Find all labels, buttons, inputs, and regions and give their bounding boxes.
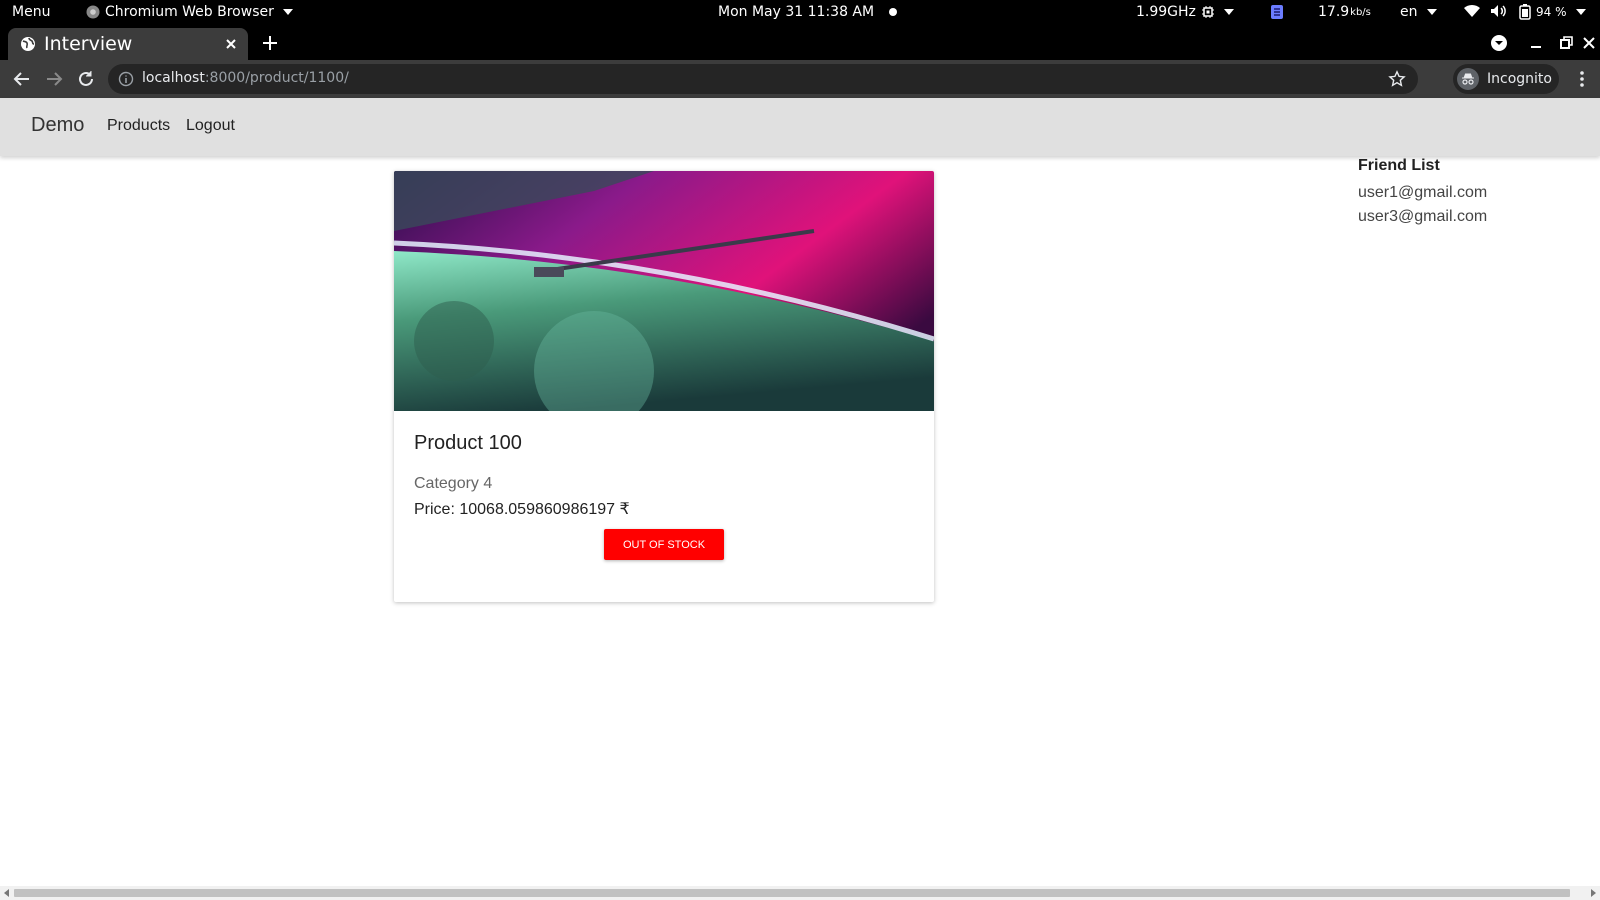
notes-icon: [1271, 5, 1283, 19]
datetime-text: Mon May 31 11:38 AM: [718, 4, 875, 20]
close-window-icon[interactable]: [1579, 33, 1599, 53]
new-tab-icon[interactable]: [260, 33, 280, 53]
volume-indicator[interactable]: [1490, 4, 1508, 18]
friend-item: user1@gmail.com: [1358, 184, 1488, 201]
clock[interactable]: Mon May 31 11:38 AM: [718, 4, 898, 20]
keyboard-layout-text: en: [1400, 4, 1418, 20]
active-app-name: Chromium Web Browser: [105, 4, 274, 20]
incognito-badge[interactable]: Incognito: [1453, 64, 1559, 94]
browser-tab-strip: Interview: [0, 26, 1600, 60]
out-of-stock-button[interactable]: OUT OF STOCK: [604, 529, 724, 560]
network-speed-indicator[interactable]: 17.9 kb/s: [1318, 4, 1371, 20]
url-path: :8000/product/1100/: [204, 70, 349, 86]
nav-link-logout[interactable]: Logout: [186, 117, 235, 135]
restore-window-icon[interactable]: [1556, 33, 1576, 53]
battery-caret-icon: [1575, 9, 1586, 15]
notification-dot-icon: [889, 8, 898, 16]
bookmark-star-icon[interactable]: [1388, 70, 1406, 88]
wifi-icon: [1464, 4, 1480, 17]
horizontal-scrollbar[interactable]: [0, 886, 1600, 900]
tab-title: Interview: [44, 33, 133, 55]
app-menu-caret-icon: [282, 9, 293, 15]
close-tab-icon[interactable]: [222, 35, 240, 53]
system-top-bar: Menu Chromium Web Browser Mon May 31 11:…: [0, 0, 1600, 26]
cpu-chip-icon: [1201, 6, 1214, 18]
brand-link[interactable]: Demo: [31, 114, 84, 137]
product-category: Category 4: [414, 475, 493, 492]
cpu-freq-indicator[interactable]: 1.99GHz: [1136, 4, 1234, 20]
chromium-logo-icon: [86, 5, 100, 19]
net-speed-value: 17.9: [1318, 4, 1350, 20]
minimize-window-icon[interactable]: [1526, 33, 1546, 53]
product-card: Product 100 Category 4 Price: 10068.0598…: [394, 171, 934, 602]
nav-link-products[interactable]: Products: [107, 117, 170, 135]
address-bar[interactable]: localhost:8000/product/1100/: [108, 64, 1418, 94]
browser-menu-icon[interactable]: [1572, 68, 1592, 90]
scroll-right-arrow-icon[interactable]: [1591, 889, 1596, 897]
system-menu-button[interactable]: Menu: [12, 4, 50, 20]
product-price: Price: 10068.059860986197 ₹: [414, 501, 630, 518]
tab-interview[interactable]: Interview: [8, 28, 248, 60]
incognito-icon: [1457, 68, 1479, 90]
cpu-caret-icon: [1223, 9, 1234, 15]
friend-list-heading: Friend List: [1358, 157, 1440, 174]
site-navbar: Demo Products Logout: [0, 98, 1600, 156]
friend-list: Friend List user1@gmail.com user3@gmail.…: [1358, 157, 1487, 229]
battery-percent-text: 94 %: [1536, 5, 1567, 19]
active-app-menu[interactable]: Chromium Web Browser: [86, 4, 293, 20]
product-image: [394, 171, 934, 411]
tab-search-icon[interactable]: [1489, 33, 1509, 53]
volume-icon: [1491, 5, 1506, 17]
battery-indicator[interactable]: 94 %: [1519, 4, 1586, 20]
cpu-freq-text: 1.99GHz: [1136, 4, 1196, 20]
incognito-label: Incognito: [1487, 71, 1552, 87]
site-info-icon[interactable]: [118, 71, 134, 87]
product-title: Product 100: [414, 432, 522, 454]
keyboard-layout-indicator[interactable]: en: [1400, 4, 1437, 20]
battery-icon: [1519, 4, 1531, 20]
browser-toolbar: localhost:8000/product/1100/ Incognito: [0, 60, 1600, 98]
scrollbar-thumb[interactable]: [14, 889, 1570, 897]
system-menu-label: Menu: [12, 4, 51, 20]
url-text[interactable]: localhost:8000/product/1100/: [142, 70, 349, 86]
wifi-indicator[interactable]: [1463, 4, 1481, 18]
friend-item: user3@gmail.com: [1358, 208, 1488, 225]
scroll-left-arrow-icon[interactable]: [4, 889, 9, 897]
forward-arrow-icon[interactable]: [43, 68, 65, 90]
reload-icon[interactable]: [75, 68, 97, 90]
net-speed-unit: kb/s: [1350, 6, 1371, 18]
globe-favicon-icon: [21, 37, 35, 51]
notes-app-indicator[interactable]: [1270, 4, 1284, 20]
keyboard-caret-icon: [1426, 9, 1437, 15]
back-arrow-icon[interactable]: [11, 68, 33, 90]
url-host: localhost: [142, 70, 205, 86]
